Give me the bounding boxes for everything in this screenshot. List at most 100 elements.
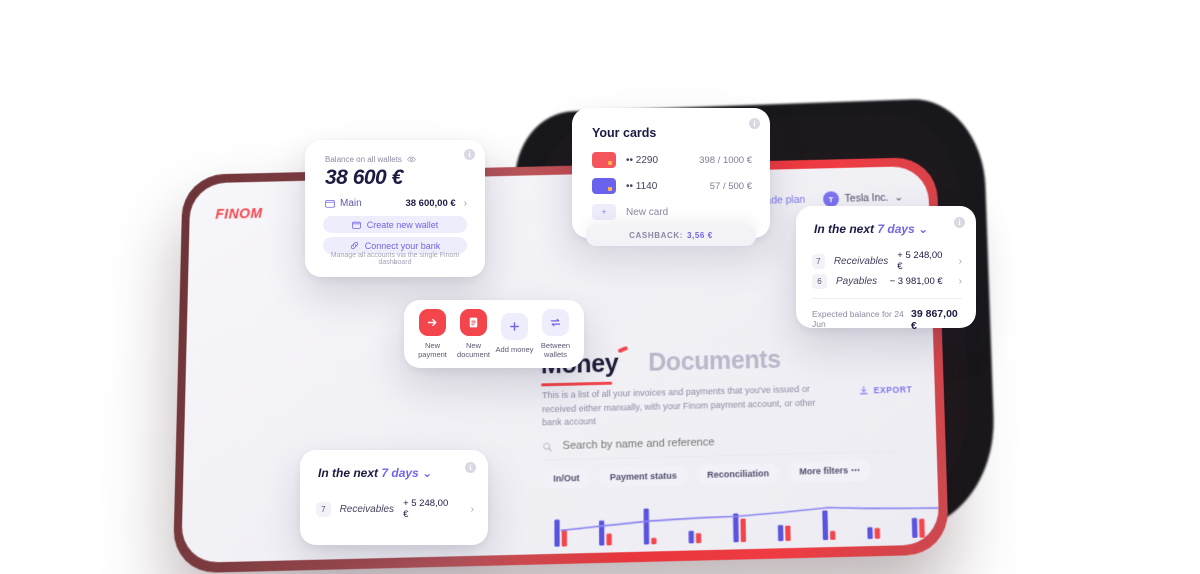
divider bbox=[812, 298, 962, 299]
chevron-down-icon[interactable]: ⌄ bbox=[918, 222, 928, 236]
card-row-1140[interactable]: •• 1140 57 / 500 € bbox=[592, 178, 752, 194]
search-icon bbox=[542, 441, 552, 452]
receivables-value: + 5 248,00 € bbox=[897, 250, 943, 272]
receivables-count: 7 bbox=[812, 253, 825, 269]
payables-value: − 3 981,00 € bbox=[889, 276, 943, 287]
svg-text:NOV: NOV bbox=[644, 551, 657, 558]
receivables-label: Receivables bbox=[339, 503, 395, 515]
payables-row[interactable]: 6 Payables − 3 981,00 € › bbox=[812, 274, 962, 289]
chip-payment-status[interactable]: Payment status bbox=[598, 464, 689, 488]
wallet-value: 38 600,00 € bbox=[405, 198, 456, 209]
filter-chips: In/Out Payment status Reconciliation Mor… bbox=[542, 459, 872, 489]
balance-label-row: Balance on all wallets bbox=[325, 155, 416, 164]
chevron-right-icon: › bbox=[958, 276, 962, 287]
download-icon bbox=[859, 385, 869, 395]
search-bar[interactable] bbox=[542, 424, 897, 461]
wallet-icon bbox=[325, 199, 335, 208]
org-name: Tesla Inc. bbox=[844, 191, 889, 205]
quick-actions-list: New payment New document Add money Betwe… bbox=[404, 300, 584, 368]
in-the-next-prefix: In the next bbox=[814, 222, 875, 236]
action-new-document[interactable]: New document bbox=[454, 308, 494, 360]
wallet-name: Main bbox=[340, 198, 362, 209]
chip-more-filters[interactable]: More filters ⋯ bbox=[788, 459, 872, 483]
info-icon[interactable]: i bbox=[465, 462, 476, 473]
action-add-money-label: Add money bbox=[495, 345, 534, 355]
balance-label: Balance on all wallets bbox=[325, 155, 402, 164]
arrow-right-icon bbox=[419, 308, 446, 336]
balance-amount: 38 600 € bbox=[325, 166, 403, 189]
cashflow-chart-svg: SEPOCTNOVDECJANFEBMARAPRMAYJUNJULAUG bbox=[554, 489, 939, 561]
in-the-next-card-right: i In the next 7 days ⌄ 7 Receivables + 5… bbox=[796, 206, 976, 332]
card-number: •• 1140 bbox=[626, 180, 658, 192]
card-number: •• 2290 bbox=[626, 154, 659, 166]
eye-icon[interactable] bbox=[407, 155, 416, 164]
action-new-payment-label: New payment bbox=[418, 340, 447, 359]
quick-actions-card: New payment New document Add money Betwe… bbox=[404, 300, 584, 368]
plus-icon: + bbox=[592, 204, 616, 220]
receivables-value: + 5 248,00 € bbox=[403, 498, 449, 520]
card-limit: 57 / 500 € bbox=[709, 180, 752, 192]
svg-text:DEC: DEC bbox=[689, 550, 702, 557]
plus-icon bbox=[501, 313, 528, 341]
info-icon[interactable]: i bbox=[954, 217, 965, 228]
new-card-label: New card bbox=[626, 206, 669, 218]
export-button[interactable]: EXPORT bbox=[859, 384, 913, 396]
in-the-next-range[interactable]: 7 days bbox=[381, 466, 418, 480]
svg-text:SEP: SEP bbox=[555, 554, 567, 561]
expected-balance-row: Expected balance for 24 Jun 39 867,00 € bbox=[812, 308, 962, 332]
receivables-row[interactable]: 7 Receivables + 5 248,00 € › bbox=[316, 498, 474, 520]
action-between-wallets[interactable]: Between wallets bbox=[536, 308, 576, 360]
create-new-wallet-button[interactable]: Create new wallet bbox=[323, 216, 467, 233]
avatar: T bbox=[822, 191, 839, 208]
svg-text:JAN: JAN bbox=[734, 549, 746, 555]
receivables-label: Receivables bbox=[833, 255, 889, 267]
in-the-next-prefix: In the next bbox=[318, 466, 379, 480]
payables-count: 6 bbox=[812, 274, 827, 289]
action-new-document-label: New document bbox=[457, 340, 490, 359]
create-new-wallet-label: Create new wallet bbox=[366, 219, 439, 230]
chevron-down-icon: ⌄ bbox=[894, 191, 904, 204]
tab-money-marker bbox=[617, 345, 629, 354]
chip-reconciliation[interactable]: Reconciliation bbox=[695, 462, 781, 485]
tab-documents-label: Documents bbox=[648, 345, 781, 377]
chip-in-out[interactable]: In/Out bbox=[542, 467, 591, 489]
in-the-next-range[interactable]: 7 days bbox=[877, 222, 914, 236]
swap-icon bbox=[542, 308, 569, 336]
card-thumb-icon bbox=[592, 178, 616, 194]
wallet-icon bbox=[351, 221, 361, 229]
receivables-count: 7 bbox=[316, 501, 331, 517]
your-cards-card: i Your cards •• 2290 398 / 1000 € •• 114… bbox=[572, 108, 770, 246]
card-row-2290[interactable]: •• 2290 398 / 1000 € bbox=[592, 152, 752, 168]
action-between-wallets-label: Between wallets bbox=[540, 340, 571, 359]
document-icon bbox=[460, 308, 487, 336]
balance-card: i Balance on all wallets 38 600 € Main 3… bbox=[305, 140, 485, 277]
svg-text:OCT: OCT bbox=[599, 552, 612, 559]
collapse-card-button[interactable]: ⌃ bbox=[305, 260, 485, 271]
wallet-row-main[interactable]: Main 38 600,00 € › bbox=[325, 198, 467, 209]
connect-your-bank-label: Connect your bank bbox=[364, 240, 441, 251]
export-label: EXPORT bbox=[873, 384, 913, 396]
card-limit: 398 / 1000 € bbox=[699, 154, 752, 166]
tab-documents[interactable]: Documents bbox=[648, 346, 781, 378]
svg-text:MAY: MAY bbox=[912, 545, 925, 552]
cashback-bar[interactable]: CASHBACK: 3,56 € bbox=[586, 224, 756, 246]
in-the-next-title: In the next 7 days ⌄ bbox=[318, 466, 432, 480]
chevron-right-icon: › bbox=[463, 198, 467, 209]
action-add-money[interactable]: Add money bbox=[495, 313, 535, 354]
in-the-next-card-left: i In the next 7 days ⌄ 7 Receivables + 5… bbox=[300, 450, 488, 545]
cashflow-chart: SEPOCTNOVDECJANFEBMARAPRMAYJUNJULAUG bbox=[538, 489, 939, 563]
receivables-row[interactable]: 7 Receivables + 5 248,00 € › bbox=[812, 250, 962, 272]
scene: FINOM Help center Invite bbox=[0, 0, 1200, 574]
new-card-button[interactable]: + New card bbox=[592, 204, 752, 220]
chevron-right-icon: › bbox=[470, 503, 474, 515]
org-switcher[interactable]: T Tesla Inc. ⌄ bbox=[822, 190, 904, 208]
brand-logo[interactable]: FINOM bbox=[215, 205, 262, 222]
info-icon[interactable]: i bbox=[749, 118, 760, 129]
expected-balance-value: 39 867,00 € bbox=[911, 308, 958, 332]
svg-text:APR: APR bbox=[868, 546, 881, 553]
search-input[interactable] bbox=[560, 430, 897, 454]
wallet-name-group: Main bbox=[325, 198, 362, 209]
chevron-down-icon[interactable]: ⌄ bbox=[422, 466, 432, 480]
info-icon[interactable]: i bbox=[464, 149, 475, 160]
action-new-payment[interactable]: New payment bbox=[413, 308, 453, 360]
